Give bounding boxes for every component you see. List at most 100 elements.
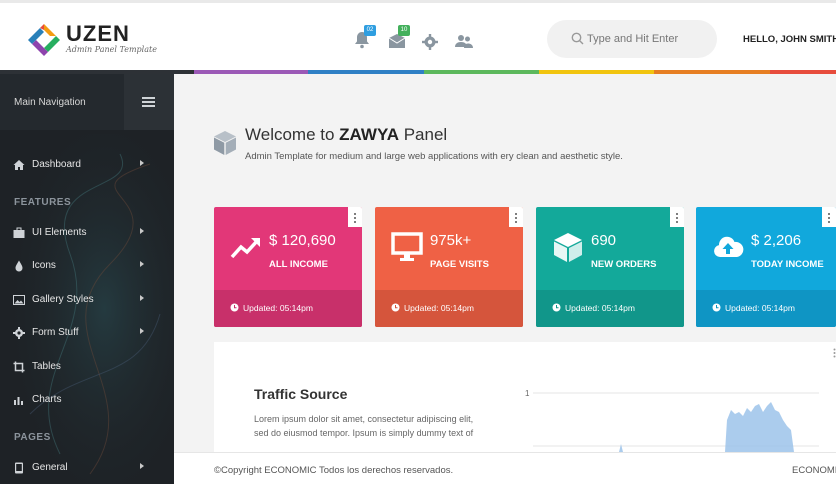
traffic-source-text: Lorem ipsum dolor sit amet, consectetur …	[254, 414, 474, 438]
sidebar-item-form-stuff[interactable]: Form Stuff	[0, 322, 174, 346]
stat-card-new-orders: 690 NEW ORDERS Updated: 05:14pm	[536, 207, 684, 327]
notifications-button[interactable]: 02	[352, 25, 376, 51]
card-value: 975k+	[430, 232, 472, 249]
sidebar-item-label: Charts	[32, 394, 62, 405]
card-value: $ 2,206	[751, 232, 802, 249]
sidebar-section-pages: PAGES	[14, 432, 51, 443]
gear-icon	[422, 34, 438, 50]
chevron-right-icon	[140, 463, 144, 469]
sidebar-item-label: Icons	[32, 260, 56, 271]
briefcase-icon	[13, 227, 25, 238]
trend-up-icon	[230, 238, 260, 259]
hamburger-icon	[142, 97, 155, 99]
clock-icon	[391, 303, 400, 312]
cube-icon	[554, 233, 582, 262]
card-caption: PAGE VISITS	[430, 259, 489, 270]
user-greeting[interactable]: HELLO, JOHN SMITH!	[743, 34, 836, 45]
card-updated: Updated: 05:14pm	[243, 303, 313, 313]
chart-area	[619, 402, 794, 452]
card-caption: NEW ORDERS	[591, 259, 657, 270]
bar-chart-icon	[14, 397, 23, 405]
chevron-right-icon	[140, 160, 144, 166]
chart-axis-label: 1	[525, 389, 530, 398]
chevron-right-icon	[140, 228, 144, 234]
top-header: UZEN Admin Panel Template 02 10 Type and…	[0, 0, 836, 70]
sidebar-item-gallery-styles[interactable]: Gallery Styles	[0, 289, 174, 313]
tablet-icon	[15, 462, 23, 474]
card-value: $ 120,690	[269, 232, 336, 249]
page-subtitle: Admin Template for medium and large web …	[245, 151, 623, 162]
sidebar-item-icons[interactable]: Icons	[0, 255, 174, 279]
crop-icon	[13, 361, 25, 373]
card-footer: Updated: 05:14pm	[536, 290, 684, 327]
sidebar-section-features: FEATURES	[14, 197, 72, 208]
sidebar-item-label: Tables	[32, 361, 61, 372]
stat-card-all-income: $ 120,690 ALL INCOME Updated: 05:14pm	[214, 207, 362, 327]
sidebar-item-general[interactable]: General	[0, 457, 174, 481]
messages-badge: 10	[398, 25, 410, 36]
card-updated: Updated: 05:14pm	[404, 303, 474, 313]
settings-button[interactable]	[420, 29, 442, 51]
monitor-icon	[391, 232, 423, 261]
home-icon	[13, 160, 25, 170]
page-title-suffix: Panel	[399, 125, 448, 144]
sidebar-item-tables[interactable]: Tables	[0, 356, 174, 380]
traffic-source-panel: Traffic Source Lorem ipsum dolor sit ame…	[214, 342, 836, 452]
card-footer: Updated: 05:14pm	[214, 290, 362, 327]
clock-icon	[552, 303, 561, 312]
page-title: Welcome to ZAWYA Panel	[245, 125, 447, 145]
card-caption: ALL INCOME	[269, 259, 328, 270]
cloud-upload-icon	[714, 236, 744, 257]
drop-icon	[15, 260, 23, 272]
messages-button[interactable]: 10	[386, 25, 410, 51]
header-icons: 02 10	[350, 25, 480, 53]
sidebar-item-label: Gallery Styles	[32, 294, 94, 305]
notifications-badge: 02	[364, 25, 376, 36]
clock-icon	[230, 303, 239, 312]
logo[interactable]: UZEN Admin Panel Template	[26, 21, 157, 61]
card-updated: Updated: 05:14pm	[565, 303, 635, 313]
stat-card-page-visits: 975k+ PAGE VISITS Updated: 05:14pm	[375, 207, 523, 327]
logo-mark-icon	[28, 24, 60, 56]
card-menu-button[interactable]	[822, 207, 836, 227]
footer: ©Copyright ECONOMIC Todos los derechos r…	[174, 452, 836, 484]
sidebar-item-label: Form Stuff	[32, 327, 79, 338]
card-menu-button[interactable]	[670, 207, 684, 227]
traffic-chart: 1	[525, 389, 819, 452]
footer-copyright: ©Copyright ECONOMIC Todos los derechos r…	[214, 465, 454, 476]
sidebar-background-art	[0, 134, 174, 484]
main-navigation-header: Main Navigation	[0, 74, 174, 130]
chevron-right-icon	[140, 295, 144, 301]
sidebar-item-label: Dashboard	[32, 159, 81, 170]
card-footer: Updated: 05:14pm	[696, 290, 836, 327]
card-updated: Updated: 05:14pm	[725, 303, 795, 313]
sidebar-item-ui-elements[interactable]: UI Elements	[0, 222, 174, 246]
page-title-prefix: Welcome to	[245, 125, 340, 144]
traffic-source-title: Traffic Source	[254, 386, 348, 402]
chevron-right-icon	[140, 328, 144, 334]
main-navigation-label: Main Navigation	[14, 97, 86, 108]
search-icon	[571, 32, 584, 45]
card-menu-button[interactable]	[348, 207, 362, 227]
card-value: 690	[591, 232, 617, 249]
card-caption: TODAY INCOME	[751, 259, 824, 270]
sidebar: Main Navigation Dashboard FEATURES UI El…	[0, 74, 174, 484]
menu-toggle-button[interactable]	[124, 74, 174, 130]
cube-icon	[214, 131, 236, 155]
search-box[interactable]	[547, 20, 717, 58]
sidebar-item-dashboard[interactable]: Dashboard	[0, 154, 174, 178]
footer-brand-link[interactable]: ECONOMIC	[792, 465, 836, 476]
logo-text: UZEN	[66, 21, 130, 46]
search-input[interactable]	[587, 29, 707, 49]
sidebar-item-charts[interactable]: Charts	[0, 389, 174, 413]
card-menu-button[interactable]	[509, 207, 523, 227]
clock-icon	[712, 303, 721, 312]
sidebar-item-label: General	[32, 462, 68, 473]
image-icon	[13, 295, 25, 305]
gear-icon	[13, 327, 25, 339]
chevron-right-icon	[140, 261, 144, 267]
stat-card-today-income: $ 2,206 TODAY INCOME Updated: 05:14pm	[696, 207, 836, 327]
card-footer: Updated: 05:14pm	[375, 290, 523, 327]
sidebar-item-label: UI Elements	[32, 227, 87, 238]
users-button[interactable]	[454, 29, 476, 51]
